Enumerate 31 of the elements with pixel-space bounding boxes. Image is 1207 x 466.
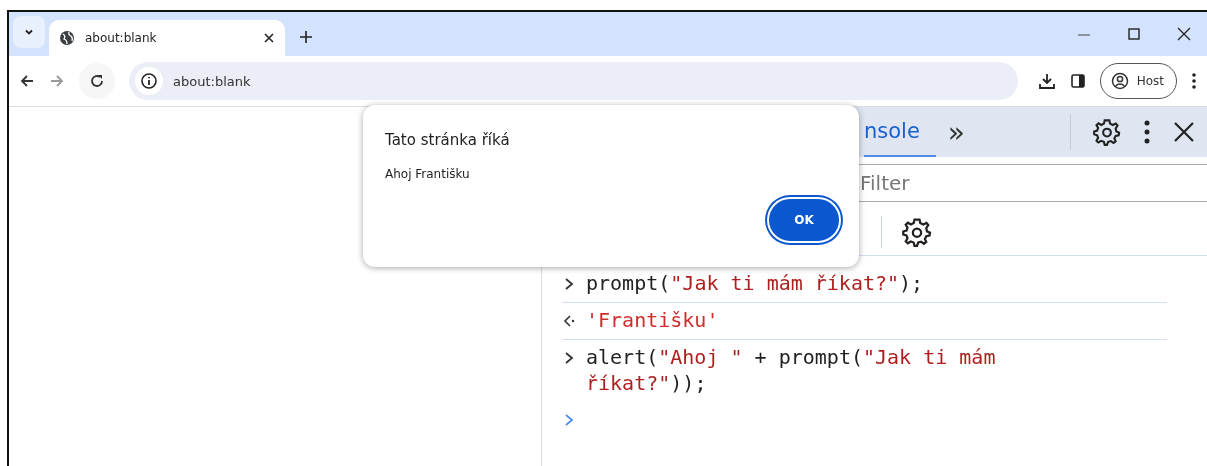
dialog-message: Ahoj Františku (385, 167, 471, 181)
console-tab[interactable]: nsole (864, 107, 936, 157)
settings-icon[interactable] (1093, 118, 1121, 146)
maximize-icon[interactable] (1127, 27, 1141, 41)
account-icon (1110, 72, 1129, 90)
profile-button[interactable]: Host (1099, 63, 1177, 99)
more-tabs-icon[interactable]: » (947, 107, 965, 157)
close-icon[interactable] (1177, 27, 1191, 41)
info-icon[interactable] (140, 72, 158, 90)
more-options-icon[interactable] (1143, 119, 1151, 145)
tab-title: about:blank (85, 31, 158, 45)
console-line: alert("Ahoj " + prompt("Jak ti mám říkat?")); (586, 344, 997, 396)
side-panel-icon[interactable] (1069, 73, 1086, 89)
url-text: about:blank (173, 73, 251, 89)
menu-icon[interactable] (1191, 72, 1197, 90)
reload-button[interactable] (79, 63, 115, 99)
globe-icon (59, 30, 75, 46)
new-tab-icon[interactable] (299, 30, 313, 44)
back-icon[interactable] (19, 73, 35, 89)
console-line: prompt("Jak ti mám říkat?"); (586, 270, 925, 296)
download-icon[interactable] (1037, 72, 1056, 90)
dialog-title: Tato stránka říká (385, 131, 511, 149)
close-icon[interactable] (1173, 121, 1195, 143)
address-bar[interactable]: about:blank (129, 62, 1018, 100)
close-icon[interactable] (263, 32, 275, 44)
console-line: 'Františku' (586, 307, 720, 333)
reload-icon (89, 73, 105, 89)
browser-tab[interactable]: about:blank (49, 20, 285, 56)
settings-icon[interactable] (902, 217, 932, 247)
ok-button[interactable]: OK (767, 197, 841, 243)
forward-icon[interactable] (49, 73, 65, 89)
